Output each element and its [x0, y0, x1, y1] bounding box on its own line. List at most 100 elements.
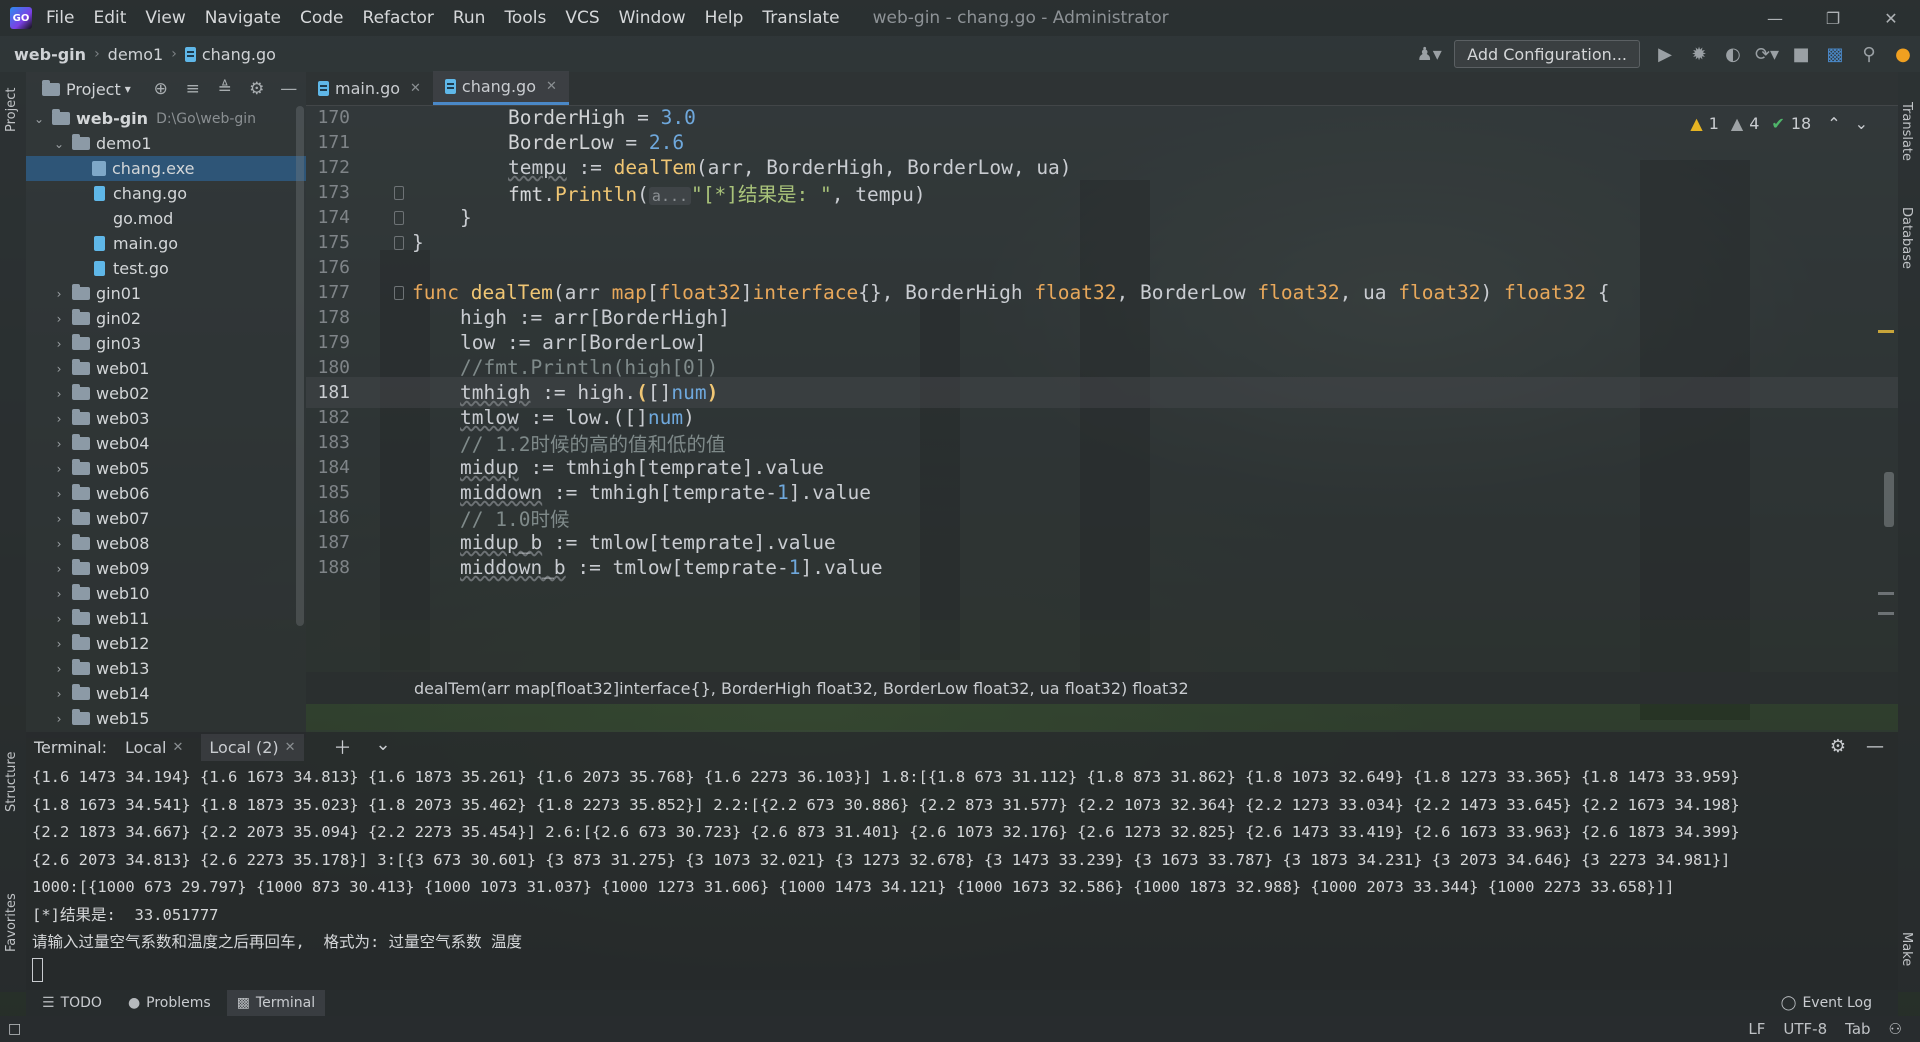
menu-edit[interactable]: Edit [93, 8, 126, 28]
chevron-right-icon[interactable]: › [52, 312, 66, 326]
minimize-icon[interactable]: — [1746, 0, 1804, 36]
expand-all-icon[interactable]: ≡ [177, 72, 209, 106]
menu-run[interactable]: Run [453, 8, 486, 28]
terminal-tab-local-2[interactable]: Local (2) ✕ [201, 733, 304, 761]
close-icon[interactable]: ✕ [546, 79, 557, 94]
run-icon[interactable]: ▶ [1648, 36, 1682, 72]
menu-navigate[interactable]: Navigate [205, 8, 281, 28]
chevron-right-icon[interactable]: › [52, 587, 66, 601]
tree-item-file[interactable]: chang.go [26, 181, 306, 206]
translate-tool-tab[interactable]: Translate [1899, 102, 1914, 161]
tree-item-folder[interactable]: › gin02 [26, 306, 306, 331]
tree-item-folder[interactable]: › web12 [26, 631, 306, 656]
problems-tab[interactable]: ● Problems [118, 990, 221, 1016]
gear-icon[interactable]: ⚙ [241, 72, 273, 106]
tree-item-folder[interactable]: › web10 [26, 581, 306, 606]
database-tool-tab[interactable]: Database [1899, 207, 1914, 269]
tree-item-file[interactable]: chang.exe [26, 156, 306, 181]
tab-chang-go[interactable]: chang.go ✕ [432, 71, 569, 105]
menu-view[interactable]: View [145, 8, 185, 28]
make-tool-tab[interactable]: Make [1899, 932, 1914, 966]
line-separator[interactable]: LF [1748, 1020, 1765, 1038]
tree-item-folder[interactable]: › gin01 [26, 281, 306, 306]
breadcrumb-project[interactable]: web-gin [14, 45, 86, 64]
add-configuration-button[interactable]: Add Configuration... [1454, 40, 1640, 68]
search-icon[interactable]: ⚲ [1852, 36, 1886, 72]
toggle-panels-icon[interactable]: □ [8, 1021, 21, 1037]
chevron-right-icon[interactable]: › [52, 512, 66, 526]
add-icon[interactable]: ＋ [334, 734, 352, 760]
collapse-all-icon[interactable]: ≜ [209, 72, 241, 106]
tree-item-folder[interactable]: › web02 [26, 381, 306, 406]
tree-item-folder[interactable]: › gin03 [26, 331, 306, 356]
menu-translate[interactable]: Translate [762, 8, 839, 28]
chevron-right-icon[interactable]: › [52, 562, 66, 576]
chevron-right-icon[interactable]: › [52, 437, 66, 451]
profile-icon[interactable]: ⟳▾ [1750, 36, 1784, 72]
terminal-output[interactable]: {1.6 1473 34.194} {1.6 1673 34.813} {1.6… [32, 764, 1882, 984]
editor-scrollbar[interactable] [1884, 472, 1894, 527]
tab-main-go[interactable]: main.go ✕ [306, 71, 433, 105]
indent-setting[interactable]: Tab [1845, 1020, 1870, 1038]
user-icon[interactable]: ♟▾ [1412, 36, 1446, 72]
menu-tools[interactable]: Tools [504, 8, 546, 28]
chevron-down-icon[interactable]: ▾ [125, 82, 131, 96]
chevron-right-icon[interactable]: › [52, 387, 66, 401]
tree-item-folder[interactable]: › web15 [26, 706, 306, 731]
chevron-right-icon[interactable]: › [52, 687, 66, 701]
error-stripe-marker[interactable] [1878, 330, 1894, 333]
terminal-prompt[interactable] [32, 957, 1882, 985]
chevron-right-icon[interactable]: › [52, 537, 66, 551]
project-tool-tab[interactable]: Project [4, 88, 19, 132]
chevron-right-icon[interactable]: › [52, 662, 66, 676]
fold-marker-icon[interactable] [394, 210, 404, 225]
chevron-down-icon[interactable]: ⌄ [32, 112, 46, 126]
fold-marker-icon[interactable] [394, 185, 404, 200]
menu-window[interactable]: Window [619, 8, 686, 28]
chevron-down-icon[interactable]: ⌄ [52, 137, 66, 151]
breadcrumb-file[interactable]: chang.go [184, 45, 276, 64]
tree-item-folder[interactable]: › web01 [26, 356, 306, 381]
restore-icon[interactable]: ❐ [1804, 0, 1862, 36]
tree-item-folder[interactable]: › web11 [26, 606, 306, 631]
chevron-down-icon[interactable]: ⌄ [376, 734, 391, 760]
chevron-right-icon[interactable]: › [52, 637, 66, 651]
chevron-right-icon[interactable]: › [52, 612, 66, 626]
fold-marker-icon[interactable] [394, 235, 404, 250]
breadcrumb-folder[interactable]: demo1 [108, 45, 164, 64]
terminal-tab[interactable]: ▩ Terminal [226, 990, 326, 1016]
tree-item-folder[interactable]: › web04 [26, 431, 306, 456]
debug-icon[interactable]: ✹ [1682, 36, 1716, 72]
close-icon[interactable]: ✕ [285, 740, 296, 755]
menu-code[interactable]: Code [300, 8, 344, 28]
close-icon[interactable]: ✕ [1862, 0, 1920, 36]
menu-help[interactable]: Help [705, 8, 744, 28]
terminal-tab-local[interactable]: Local ✕ [125, 738, 183, 757]
favorites-tool-tab[interactable]: Favorites [4, 893, 19, 952]
chevron-right-icon[interactable]: › [52, 487, 66, 501]
tree-item-folder[interactable]: › web03 [26, 406, 306, 431]
tree-item-file[interactable]: go.mod [26, 206, 306, 231]
tree-item-file[interactable]: test.go [26, 256, 306, 281]
tree-item-folder[interactable]: › web06 [26, 481, 306, 506]
translate-icon[interactable]: ▩ [1818, 36, 1852, 72]
tree-item-demo1[interactable]: ⌄ demo1 [26, 131, 306, 156]
locate-icon[interactable]: ⊕ [145, 72, 177, 106]
menu-refactor[interactable]: Refactor [363, 8, 434, 28]
lock-icon[interactable]: ⚇ [1889, 1020, 1902, 1038]
stop-icon[interactable]: ■ [1784, 36, 1818, 72]
close-icon[interactable]: ✕ [410, 81, 421, 96]
hide-icon[interactable]: — [273, 72, 305, 106]
todo-tab[interactable]: ☰ TODO [32, 990, 112, 1016]
tree-item-folder[interactable]: › web14 [26, 681, 306, 706]
chevron-right-icon[interactable]: › [52, 337, 66, 351]
project-panel-title[interactable]: Project [66, 80, 121, 99]
tree-item-root[interactable]: ⌄ web-gin D:\Go\web-gin [26, 106, 306, 131]
tree-item-folder[interactable]: › web08 [26, 531, 306, 556]
menu-vcs[interactable]: VCS [565, 8, 599, 28]
menu-file[interactable]: File [46, 8, 74, 28]
chevron-right-icon[interactable]: › [52, 412, 66, 426]
fold-marker-icon[interactable] [394, 285, 404, 300]
gear-icon[interactable]: ⚙ [1830, 736, 1846, 757]
structure-tool-tab[interactable]: Structure [4, 752, 19, 812]
